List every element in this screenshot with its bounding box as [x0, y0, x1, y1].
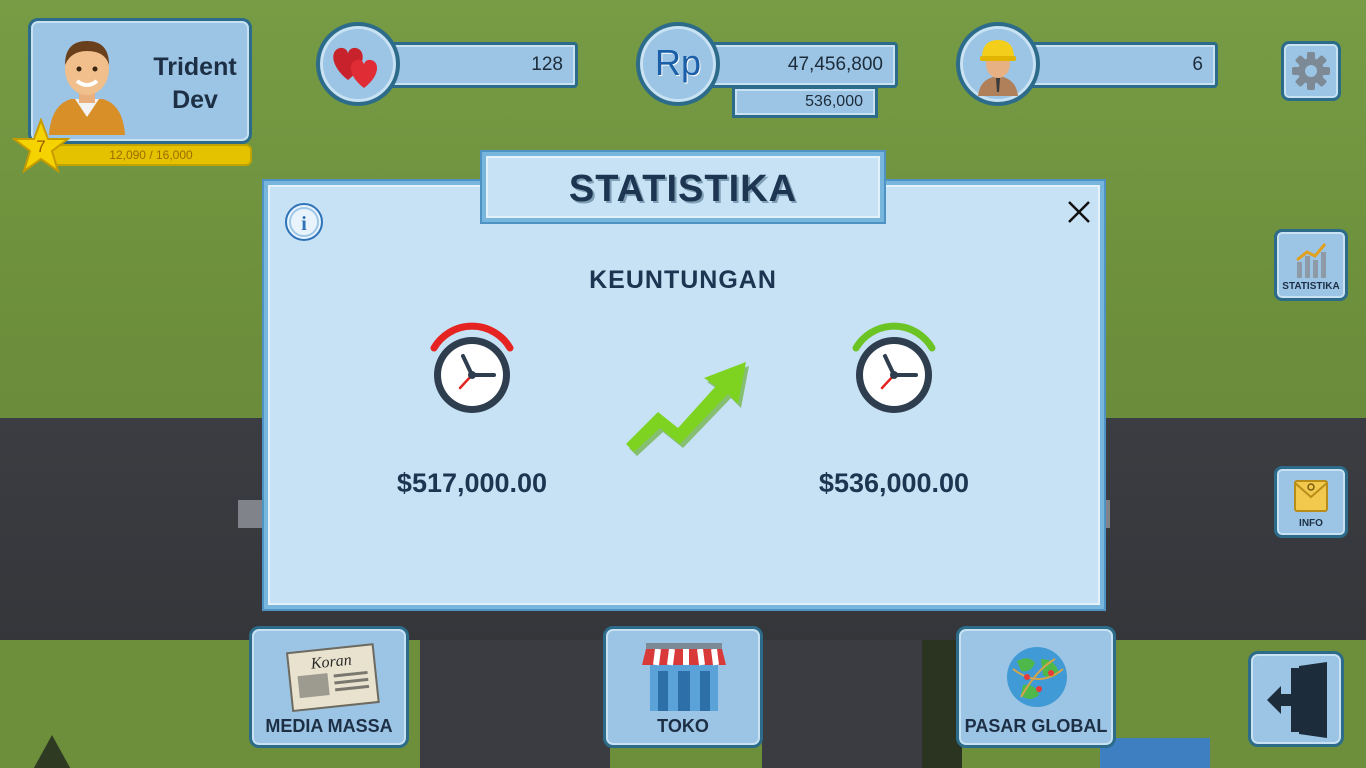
xp-progress-bar: 12,090 / 16,000	[50, 144, 252, 166]
section-label: KEUNTUNGAN	[589, 266, 777, 294]
modal-title-box: STATISTIKA	[482, 152, 884, 222]
xp-text: 12,090 / 16,000	[109, 148, 193, 162]
info-label: INFO	[1299, 518, 1323, 529]
after-amount: $536,000.00	[818, 468, 970, 498]
hearts-badge	[316, 22, 400, 106]
info-icon: i	[301, 213, 307, 235]
workers-bar: 6	[1026, 42, 1218, 88]
growth-arrow-icon	[626, 362, 749, 456]
pasar-global-button[interactable]: PASAR GLOBAL	[956, 626, 1116, 748]
newspaper-icon: Koran	[285, 643, 380, 713]
player-level: 7	[36, 137, 46, 156]
tree	[30, 735, 74, 768]
before-clock-icon	[430, 322, 514, 413]
side-road	[420, 640, 610, 768]
media-massa-label: MEDIA MASSA	[265, 716, 393, 736]
exit-button[interactable]	[1248, 651, 1344, 747]
statistika-label: STATISTIKA	[1282, 281, 1340, 292]
worker-helmet-icon	[978, 40, 1018, 96]
player-name-line2: Dev	[172, 86, 218, 114]
envelope-icon	[1294, 480, 1328, 512]
hearts-icon	[333, 47, 378, 88]
player-name: Trident Dev	[143, 51, 247, 117]
statistics-chart-icon	[1296, 243, 1327, 278]
info-button[interactable]: i	[284, 202, 324, 242]
statistika-side-button[interactable]: STATISTIKA	[1274, 229, 1348, 301]
exit-door-icon	[1267, 662, 1327, 738]
close-button[interactable]	[1064, 197, 1094, 227]
workers-badge	[956, 22, 1040, 106]
close-icon	[1068, 201, 1090, 223]
money-bar: 47,456,800	[706, 42, 898, 88]
globe-icon	[1007, 647, 1067, 707]
info-side-button[interactable]: INFO	[1274, 466, 1348, 538]
workers-value: 6	[1192, 54, 1203, 75]
side-road	[762, 640, 922, 768]
modal-title: STATISTIKA	[568, 168, 798, 210]
toko-label: TOKO	[657, 716, 709, 736]
income-value: 536,000	[805, 93, 863, 110]
after-clock-icon	[852, 322, 936, 413]
gear-icon	[1292, 52, 1330, 90]
building-roof	[1100, 738, 1210, 768]
rupiah-icon: Rp	[654, 42, 702, 83]
player-name-line1: Trident	[153, 53, 237, 81]
media-massa-button[interactable]: Koran MEDIA MASSA	[249, 626, 409, 748]
income-bar: 536,000	[732, 86, 878, 118]
toko-button[interactable]: TOKO	[603, 626, 763, 748]
before-amount: $517,000.00	[396, 468, 548, 498]
money-badge: Rp	[636, 22, 720, 106]
shop-icon	[642, 643, 726, 711]
hearts-bar: 128	[384, 42, 578, 88]
pasar-global-label: PASAR GLOBAL	[964, 716, 1108, 736]
settings-button[interactable]	[1281, 41, 1341, 101]
money-value: 47,456,800	[787, 54, 883, 75]
hearts-value: 128	[531, 54, 563, 75]
